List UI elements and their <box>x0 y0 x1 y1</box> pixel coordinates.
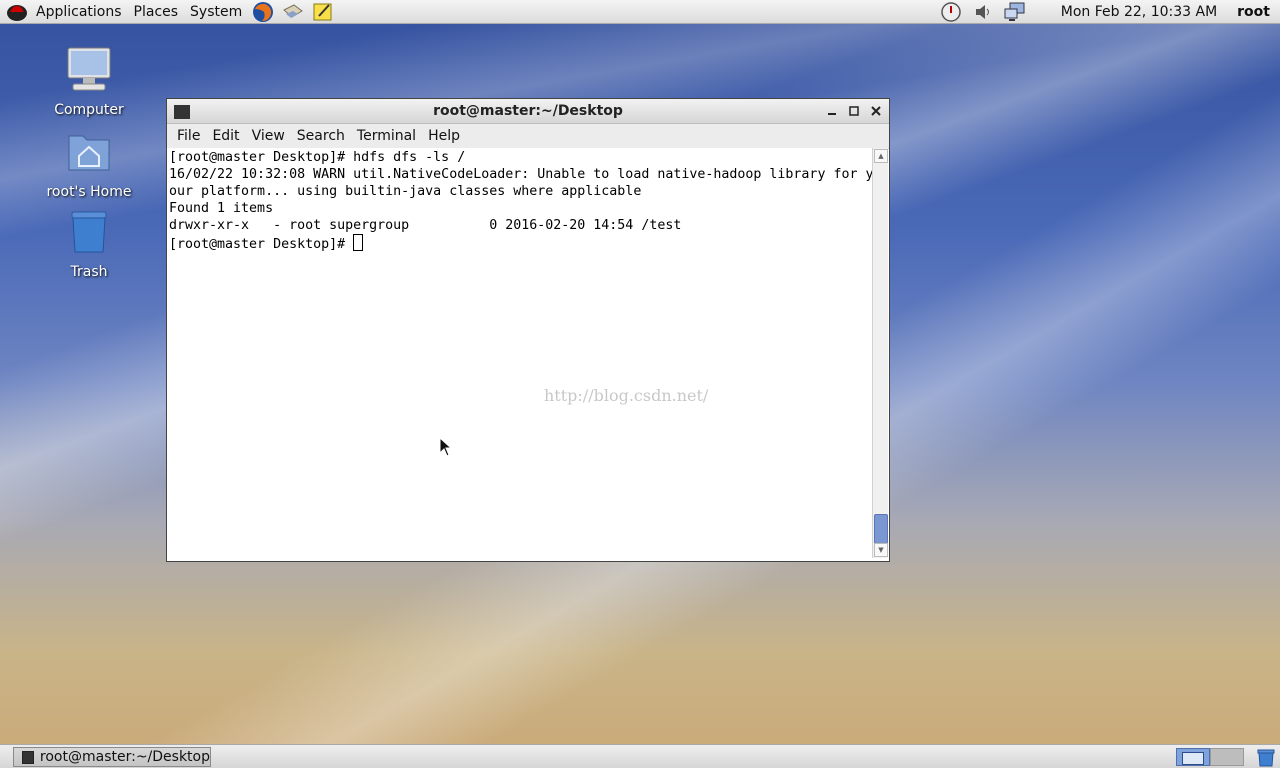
minimize-icon[interactable] <box>824 103 840 119</box>
firefox-icon[interactable] <box>251 1 275 23</box>
terminal-line: 16/02/22 10:32:08 WARN util.NativeCodeLo… <box>169 167 873 182</box>
terminal-scrollbar[interactable]: ▲ ▼ <box>872 148 888 558</box>
window-title: root@master:~/Desktop <box>433 103 623 119</box>
trash-applet-icon[interactable] <box>1256 747 1276 767</box>
terminal-menubar: File Edit View Search Terminal Help <box>167 124 889 149</box>
terminal-output[interactable]: [root@master Desktop]# hdfs dfs -ls / 16/… <box>167 148 873 558</box>
mouse-pointer-icon <box>439 437 453 457</box>
scrollbar-thumb[interactable] <box>874 514 888 544</box>
menu-edit[interactable]: Edit <box>206 128 245 144</box>
desktop-icon-trash[interactable]: Trash <box>39 208 139 280</box>
mail-icon[interactable] <box>281 1 305 23</box>
desktop-icon-label: Trash <box>70 264 108 280</box>
terminal-line: Found 1 items <box>169 201 274 216</box>
notes-icon[interactable] <box>311 1 335 23</box>
workspace-2[interactable] <box>1210 748 1244 766</box>
top-panel: Applications Places System Mon Feb 22, 1… <box>0 0 1280 24</box>
desktop-icon-label: Computer <box>54 102 124 118</box>
network-icon[interactable] <box>1003 1 1027 23</box>
terminal-prompt-line: [root@master Desktop]# <box>169 234 871 253</box>
system-tray: Mon Feb 22, 10:33 AM root <box>935 0 1280 24</box>
terminal-line: [root@master Desktop]# hdfs dfs -ls / <box>169 150 466 165</box>
terminal-icon <box>22 750 34 764</box>
clock[interactable]: Mon Feb 22, 10:33 AM <box>1061 4 1217 20</box>
terminal-line: drwxr-xr-x - root supergroup 0 2016-02-2… <box>169 218 682 233</box>
system-menu[interactable]: System <box>184 0 248 24</box>
close-icon[interactable] <box>868 103 884 119</box>
menu-view[interactable]: View <box>246 128 291 144</box>
taskbar-item-terminal[interactable]: root@master:~/Desktop <box>13 747 211 767</box>
menu-help[interactable]: Help <box>422 128 466 144</box>
desktop-icon-home[interactable]: root's Home <box>39 128 139 200</box>
taskbar-item-label: root@master:~/Desktop <box>39 749 210 765</box>
applications-menu[interactable]: Applications <box>30 0 128 24</box>
update-icon[interactable] <box>939 1 963 23</box>
scroll-up-icon[interactable]: ▲ <box>874 149 888 163</box>
workspace-1[interactable] <box>1176 748 1210 766</box>
watermark: http://blog.csdn.net/ <box>544 386 709 405</box>
computer-icon <box>67 47 111 91</box>
scroll-down-icon[interactable]: ▼ <box>874 543 888 557</box>
desktop-icon-computer[interactable]: Computer <box>39 46 139 118</box>
menu-file[interactable]: File <box>171 128 206 144</box>
terminal-line: our platform... using builtin-java class… <box>169 184 642 199</box>
user-menu[interactable]: root <box>1237 4 1270 20</box>
terminal-prompt: [root@master Desktop]# <box>169 237 354 252</box>
window-titlebar[interactable]: root@master:~/Desktop <box>167 99 889 124</box>
volume-icon[interactable] <box>971 1 995 23</box>
menu-search[interactable]: Search <box>291 128 351 144</box>
terminal-window: root@master:~/Desktop File Edit View Sea… <box>166 98 890 562</box>
terminal-cursor <box>353 234 364 251</box>
menu-terminal[interactable]: Terminal <box>351 128 422 144</box>
bottom-panel: root@master:~/Desktop <box>0 744 1280 768</box>
trash-icon <box>71 211 107 253</box>
home-folder-icon <box>68 135 110 171</box>
places-menu[interactable]: Places <box>128 0 185 24</box>
maximize-icon[interactable] <box>846 103 862 119</box>
redhat-logo-icon[interactable] <box>6 2 28 22</box>
desktop-icon-label: root's Home <box>46 184 132 200</box>
